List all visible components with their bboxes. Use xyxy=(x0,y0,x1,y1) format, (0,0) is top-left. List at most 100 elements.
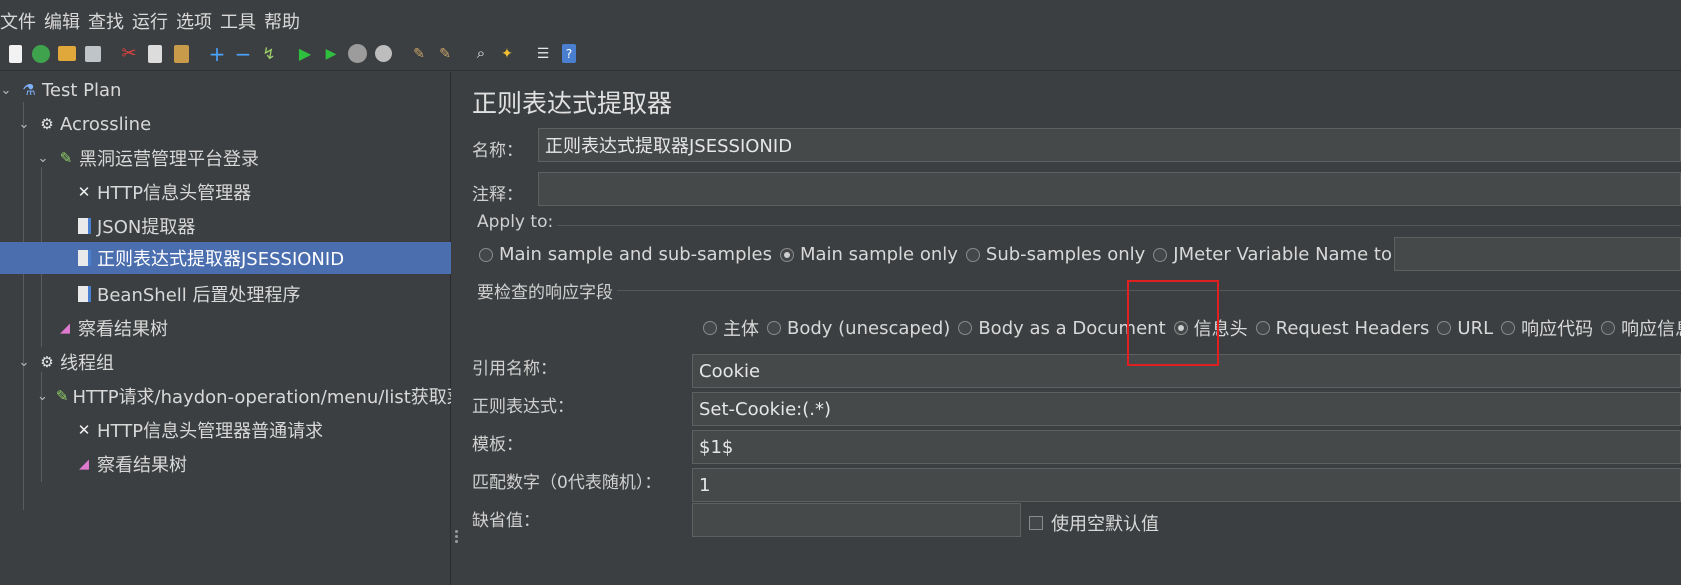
tree-node-label: Acrossline xyxy=(60,113,152,135)
tree-node-label: HTTP请求/haydon-operation/menu/list获取菜 xyxy=(72,387,451,408)
tree-node-test-plan[interactable]: ⌄ ⚗ Test Plan xyxy=(0,74,122,106)
save-icon[interactable] xyxy=(82,43,104,65)
tree-node-menu-list-sampler[interactable]: ⌄ ✎ HTTP请求/haydon-operation/menu/list获取菜 xyxy=(37,380,451,412)
radio-jmeter-variable[interactable]: JMeter Variable Name to use xyxy=(1153,244,1430,265)
radio-dot xyxy=(767,321,781,335)
comment-field[interactable] xyxy=(538,172,1681,206)
radio-dot xyxy=(1255,321,1270,335)
radio-main-and-sub[interactable]: Main sample and sub-samples xyxy=(479,244,772,265)
function-helper-icon[interactable]: ☰ xyxy=(532,43,554,65)
use-empty-default-checkbox[interactable]: 使用空默认值 xyxy=(1029,510,1159,536)
clear-all-icon[interactable]: ✎ xyxy=(434,43,456,65)
chevron-down-icon[interactable]: ⌄ xyxy=(0,83,12,98)
radio-body[interactable]: 主体 xyxy=(703,315,759,341)
menu-help[interactable]: 帮助 xyxy=(264,8,306,34)
tree-node-label: Test Plan xyxy=(42,79,122,101)
radio-dot xyxy=(1437,321,1452,335)
toggle-icon[interactable]: ↯ xyxy=(258,43,280,65)
field-to-check-title: 要检查的响应字段 xyxy=(477,278,617,303)
radio-label: Main sample only xyxy=(799,244,958,265)
menu-options[interactable]: 选项 xyxy=(176,8,218,34)
tree-node-label: HTTP信息头管理器 xyxy=(97,183,252,204)
tree-node-label: 线程组 xyxy=(60,353,114,374)
paste-icon[interactable] xyxy=(170,43,192,65)
jmeter-variable-field[interactable] xyxy=(1394,237,1681,271)
tree-node-results-tree-2[interactable]: ◢ 察看结果树 xyxy=(75,448,187,480)
match-no-label: 匹配数字（0代表随机）： xyxy=(472,473,662,493)
shutdown-icon[interactable] xyxy=(372,43,394,65)
radio-label: Sub-samples only xyxy=(985,244,1146,265)
toolbar: ✂ + − ↯ ▶ ▶ ✎ ✎ ⌕ ✦ ☰ ? xyxy=(0,37,1681,71)
apply-to-divider xyxy=(477,225,1681,226)
new-icon[interactable] xyxy=(4,43,26,65)
radio-body-unescaped[interactable]: Body (unescaped) xyxy=(767,318,950,339)
start-icon[interactable]: ▶ xyxy=(294,43,316,65)
match-no-field[interactable]: 1 xyxy=(692,468,1681,502)
split-pane-handle[interactable] xyxy=(455,530,458,548)
tree-node-header-manager-normal[interactable]: ✕ HTTP信息头管理器普通请求 xyxy=(75,414,323,446)
annotation-highlight-box xyxy=(1127,280,1219,366)
radio-dot xyxy=(958,321,973,335)
regex-field[interactable]: Set-Cookie:(.*) xyxy=(692,392,1681,426)
default-value-label: 缺省值： xyxy=(472,511,540,531)
menu-search[interactable]: 查找 xyxy=(88,8,130,34)
radio-sub-only[interactable]: Sub-samples only xyxy=(965,244,1146,265)
tree-node-header-manager[interactable]: ✕ HTTP信息头管理器 xyxy=(75,176,251,208)
chevron-down-icon[interactable]: ⌄ xyxy=(18,117,30,132)
radio-response-code[interactable]: 响应代码 xyxy=(1501,315,1593,341)
menu-file[interactable]: 文件 xyxy=(0,8,42,34)
help-icon[interactable]: ? xyxy=(558,43,580,65)
templates-icon[interactable] xyxy=(30,43,52,65)
open-icon[interactable] xyxy=(56,43,78,65)
tree-node-thread-group[interactable]: ⌄ ⚙ 线程组 xyxy=(18,346,114,378)
start-no-pause-icon[interactable]: ▶ xyxy=(320,43,342,65)
test-plan-tree: ⌄ ⚗ Test Plan ⌄ ⚙ Acrossline ⌄ ✎ 黑洞运营管理平… xyxy=(0,72,451,585)
field-to-check-divider xyxy=(477,290,1681,291)
radio-label: 响应代码 xyxy=(1521,319,1594,340)
apply-to-title: Apply to: xyxy=(477,212,558,232)
radio-main-only[interactable]: Main sample only xyxy=(779,244,958,265)
name-label: 名称： xyxy=(472,141,523,161)
radio-dot xyxy=(1601,321,1616,335)
document-icon xyxy=(75,249,93,267)
name-field[interactable]: 正则表达式提取器JSESSIONID xyxy=(538,128,1681,162)
search-icon[interactable]: ⌕ xyxy=(470,43,492,65)
gear-icon: ⚙ xyxy=(40,353,54,371)
checkbox-box[interactable] xyxy=(1029,516,1043,530)
radio-response-message[interactable]: 响应信息 xyxy=(1601,315,1681,341)
reset-search-icon[interactable]: ✦ xyxy=(496,43,518,65)
copy-icon[interactable] xyxy=(144,43,166,65)
clear-icon[interactable]: ✎ xyxy=(408,43,430,65)
menu-bar: 文件 编辑 查找 运行 选项 工具 帮助 xyxy=(0,5,1681,37)
default-value-field[interactable] xyxy=(692,503,1021,537)
apply-to-options: Main sample and sub-samples Main sample … xyxy=(479,244,1438,265)
menu-run[interactable]: 运行 xyxy=(132,8,174,34)
radio-label: 响应信息 xyxy=(1621,319,1681,340)
chevron-down-icon[interactable]: ⌄ xyxy=(18,355,30,370)
tree-node-label: BeanShell 后置处理程序 xyxy=(97,285,301,306)
cut-icon[interactable]: ✂ xyxy=(118,43,140,65)
radio-url[interactable]: URL xyxy=(1437,318,1493,339)
radio-request-headers[interactable]: Request Headers xyxy=(1255,317,1430,339)
ref-name-label: 引用名称： xyxy=(472,359,557,379)
tree-node-label: HTTP信息头管理器普通请求 xyxy=(97,421,324,442)
chevron-down-icon[interactable]: ⌄ xyxy=(37,151,49,166)
tree-node-regex-extractor[interactable]: 正则表达式提取器JSESSIONID xyxy=(0,242,451,274)
radio-label: Request Headers xyxy=(1275,317,1430,339)
tree-node-login-sampler[interactable]: ⌄ ✎ 黑洞运营管理平台登录 xyxy=(37,142,259,174)
tree-node-results-tree[interactable]: ◢ 察看结果树 xyxy=(56,312,168,344)
radio-dot xyxy=(965,247,980,262)
template-field[interactable]: $1$ xyxy=(692,430,1681,464)
menu-tools[interactable]: 工具 xyxy=(220,8,262,34)
chart-icon: ◢ xyxy=(60,320,70,336)
chevron-down-icon[interactable]: ⌄ xyxy=(37,389,48,404)
stop-icon[interactable] xyxy=(346,43,368,65)
collapse-icon[interactable]: − xyxy=(232,43,254,65)
menu-edit[interactable]: 编辑 xyxy=(44,8,86,34)
tree-node-beanshell[interactable]: BeanShell 后置处理程序 xyxy=(75,278,301,310)
expand-icon[interactable]: + xyxy=(206,43,228,65)
tree-node-acrossline[interactable]: ⌄ ⚙ Acrossline xyxy=(18,108,152,140)
checkbox-label: 使用空默认值 xyxy=(1051,514,1159,535)
tree-node-json-extractor[interactable]: JSON提取器 xyxy=(75,210,195,242)
tree-node-label: 正则表达式提取器JSESSIONID xyxy=(97,249,345,270)
